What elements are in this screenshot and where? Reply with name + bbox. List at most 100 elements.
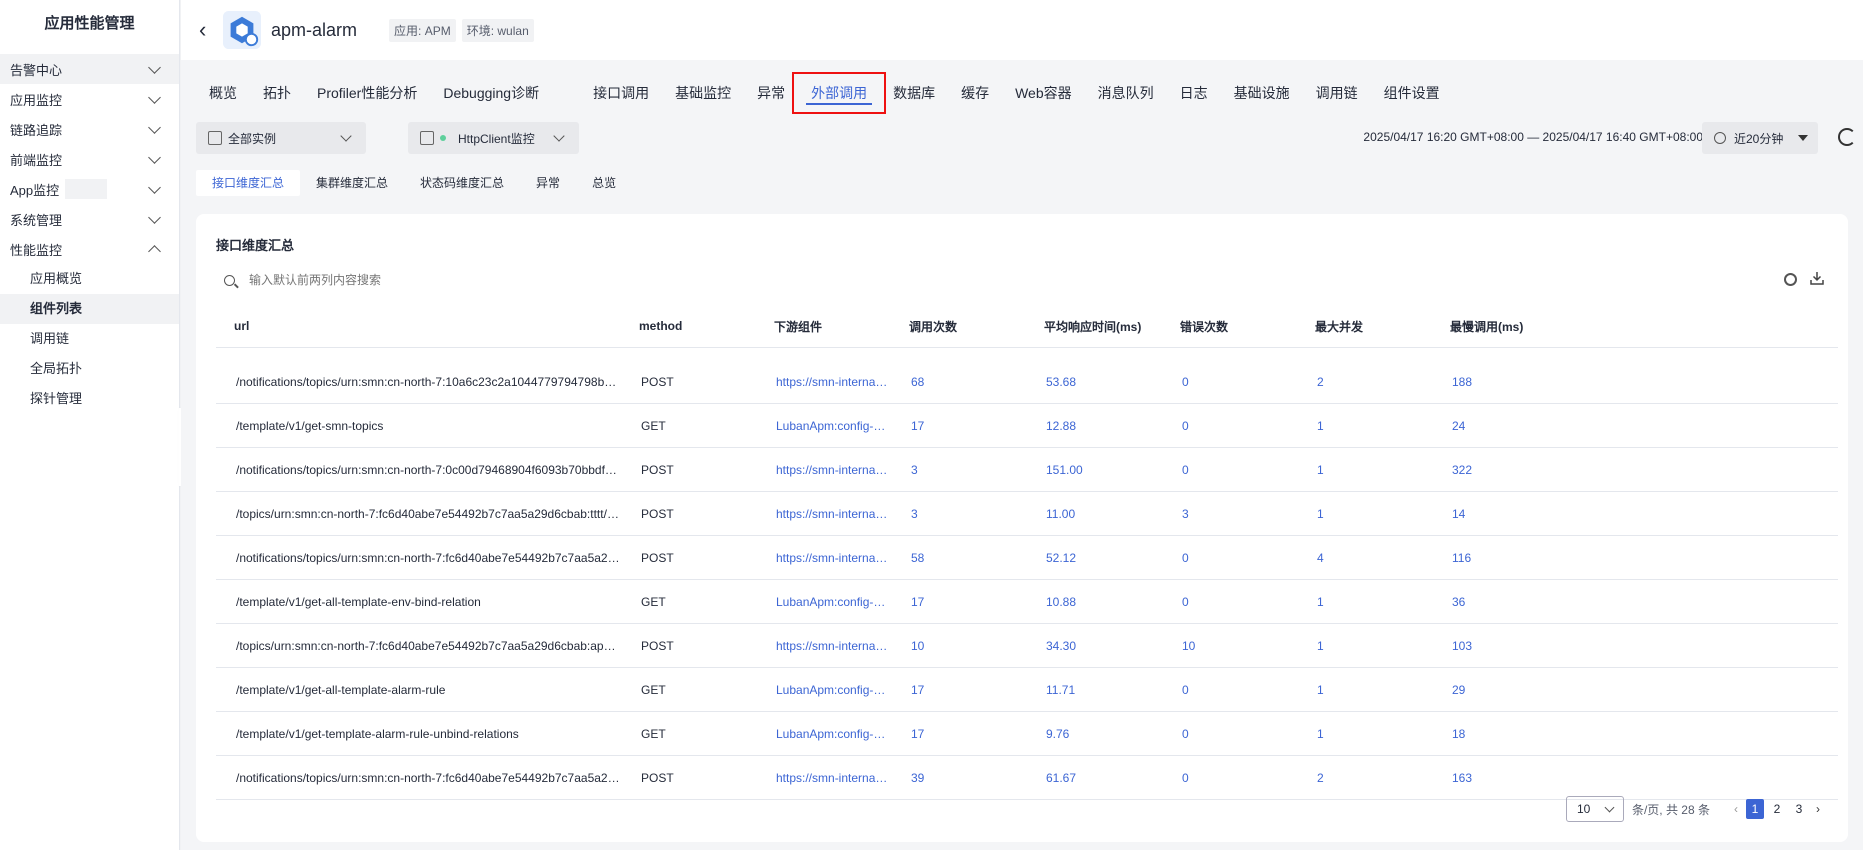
column-header[interactable]: 最大并发 bbox=[1297, 305, 1432, 348]
table-cell[interactable]: https://smn-internal.... bbox=[756, 755, 891, 800]
table-cell: POST bbox=[621, 535, 756, 580]
sidebar-sub-item-4[interactable]: 探针管理 bbox=[0, 384, 179, 414]
table-cell[interactable]: LubanApm:config-w... bbox=[756, 579, 891, 624]
sidebar-group-3[interactable]: 前端监控 bbox=[0, 144, 179, 174]
table-row: /topics/urn:smn:cn-north-7:fc6d40abe7e54… bbox=[216, 623, 1838, 668]
time-range-text[interactable]: 2025/04/17 16:20 GMT+08:00 — 2025/04/17 … bbox=[1363, 130, 1703, 144]
tab-4[interactable]: 接口调用 bbox=[580, 78, 662, 108]
page-2[interactable]: 2 bbox=[1768, 799, 1786, 819]
sidebar-group-2[interactable]: 链路追踪 bbox=[0, 114, 179, 144]
table-cell[interactable]: https://smn-internal.... bbox=[756, 535, 891, 580]
tab-3[interactable]: Debugging诊断 bbox=[430, 78, 552, 108]
subtab-1[interactable]: 集群维度汇总 bbox=[300, 170, 404, 196]
sidebar-sub-item-1[interactable]: 组件列表 bbox=[0, 294, 179, 324]
subtab-2[interactable]: 状态码维度汇总 bbox=[404, 170, 520, 196]
tab-10[interactable]: Web容器 bbox=[1002, 78, 1085, 108]
column-header[interactable]: 错误次数 bbox=[1162, 305, 1297, 348]
page-3[interactable]: 3 bbox=[1790, 799, 1808, 819]
table-row: /notifications/topics/urn:smn:cn-north-7… bbox=[216, 447, 1838, 492]
tab-9[interactable]: 缓存 bbox=[948, 78, 1002, 108]
column-header[interactable]: 最慢调用(ms) bbox=[1432, 305, 1838, 348]
subtab-3[interactable]: 异常 bbox=[520, 170, 576, 196]
table-cell[interactable]: /topics/urn:smn:cn-north-7:fc6d40abe7e54… bbox=[216, 491, 621, 536]
table-cell[interactable]: /template/v1/get-all-template-env-bind-r… bbox=[216, 579, 621, 624]
subtab-0[interactable]: 接口维度汇总 bbox=[196, 170, 301, 196]
page-1[interactable]: 1 bbox=[1746, 799, 1764, 819]
sidebar-group-4[interactable]: App监控 bbox=[0, 174, 179, 204]
table-cell[interactable]: /notifications/topics/urn:smn:cn-north-7… bbox=[216, 447, 621, 492]
tab-6[interactable]: 异常 bbox=[744, 78, 798, 108]
column-header[interactable]: 下游组件 bbox=[756, 305, 891, 348]
table-cell[interactable]: https://smn-internal.... bbox=[756, 491, 891, 536]
column-header[interactable]: url bbox=[216, 305, 621, 348]
tab-0[interactable]: 概览 bbox=[196, 78, 250, 108]
table-cell: 4 bbox=[1297, 535, 1432, 580]
sidebar-group-5[interactable]: 系统管理 bbox=[0, 204, 179, 234]
back-icon[interactable]: ‹ bbox=[199, 17, 217, 43]
prev-page-icon[interactable]: ‹ bbox=[1728, 802, 1744, 816]
table-cell: 17 bbox=[891, 667, 1026, 712]
refresh-icon[interactable] bbox=[1838, 128, 1856, 146]
search-input[interactable] bbox=[247, 272, 651, 288]
sidebar-group-1[interactable]: 应用监控 bbox=[0, 84, 179, 114]
table-cell[interactable]: LubanApm:config-w... bbox=[756, 403, 891, 448]
table-cell: 10.88 bbox=[1026, 579, 1162, 624]
monitor-select[interactable]: HttpClient监控 bbox=[408, 122, 579, 154]
sidebar-group-label: 链路追踪 bbox=[10, 122, 63, 138]
table-cell: 11.71 bbox=[1026, 667, 1162, 712]
tab-13[interactable]: 基础设施 bbox=[1221, 78, 1303, 108]
table-cell[interactable]: /notifications/topics/urn:smn:cn-north-7… bbox=[216, 360, 621, 404]
table-cell: 188 bbox=[1432, 360, 1838, 404]
tab-5[interactable]: 基础监控 bbox=[662, 78, 744, 108]
page-size-select[interactable]: 10 bbox=[1565, 796, 1624, 822]
time-preset-select[interactable]: 近20分钟 bbox=[1702, 122, 1818, 154]
column-header[interactable]: method bbox=[621, 305, 756, 348]
table-cell: 2 bbox=[1297, 755, 1432, 800]
table-cell: POST bbox=[621, 360, 756, 404]
sidebar-sub-item-0[interactable]: 应用概览 bbox=[0, 264, 179, 294]
table-cell: 0 bbox=[1162, 447, 1297, 492]
tab-7[interactable]: 外部调用 bbox=[792, 72, 887, 114]
table-cell[interactable]: https://smn-internal.... bbox=[756, 360, 891, 404]
app-tag: 应用: APM bbox=[389, 18, 456, 42]
table-cell: 0 bbox=[1162, 579, 1297, 624]
summary-card: 接口维度汇总 urlmethod下游组件调用次数平均响应时间(ms)错误次数最大… bbox=[196, 214, 1848, 842]
sidebar-group-0[interactable]: 告警中心 bbox=[0, 54, 179, 84]
table-cell: GET bbox=[621, 711, 756, 756]
table-cell[interactable]: /template/v1/get-smn-topics bbox=[216, 403, 621, 448]
download-icon[interactable] bbox=[1810, 271, 1824, 285]
tab-8[interactable]: 数据库 bbox=[880, 78, 948, 108]
table-cell[interactable]: LubanApm:config-w... bbox=[756, 711, 891, 756]
table-cell[interactable]: https://smn-internal.... bbox=[756, 447, 891, 492]
next-page-icon[interactable]: › bbox=[1810, 802, 1826, 816]
tab-11[interactable]: 消息队列 bbox=[1085, 78, 1167, 108]
sidebar-sub-item-3[interactable]: 全局拓扑 bbox=[0, 354, 179, 384]
tab-14[interactable]: 调用链 bbox=[1303, 78, 1371, 108]
column-header[interactable]: 调用次数 bbox=[891, 305, 1026, 348]
table-cell[interactable]: /notifications/topics/urn:smn:cn-north-7… bbox=[216, 535, 621, 580]
table-cell: 61.67 bbox=[1026, 755, 1162, 800]
tab-1[interactable]: 拓扑 bbox=[250, 78, 304, 108]
app-name: apm-alarm bbox=[271, 19, 358, 40]
tab-15[interactable]: 组件设置 bbox=[1371, 78, 1453, 108]
settings-icon[interactable] bbox=[1784, 273, 1797, 286]
table-cell: POST bbox=[621, 755, 756, 800]
instance-select[interactable]: 全部实例 bbox=[196, 122, 366, 154]
sidebar-sub-item-2[interactable]: 调用链 bbox=[0, 324, 179, 354]
table-cell: 322 bbox=[1432, 447, 1838, 492]
table-cell[interactable]: LubanApm:config-w... bbox=[756, 667, 891, 712]
tab-12[interactable]: 日志 bbox=[1167, 78, 1221, 108]
column-header[interactable]: 平均响应时间(ms) bbox=[1026, 305, 1162, 348]
table-cell[interactable]: /topics/urn:smn:cn-north-7:fc6d40abe7e54… bbox=[216, 623, 621, 668]
table-cell: 0 bbox=[1162, 755, 1297, 800]
table-cell[interactable]: /template/v1/get-template-alarm-rule-unb… bbox=[216, 711, 621, 756]
table-cell[interactable]: /notifications/topics/urn:smn:cn-north-7… bbox=[216, 755, 621, 800]
table-cell[interactable]: /template/v1/get-all-template-alarm-rule bbox=[216, 667, 621, 712]
search-bar bbox=[224, 269, 724, 291]
tab-2[interactable]: Profiler性能分析 bbox=[304, 78, 430, 108]
table-cell: 103 bbox=[1432, 623, 1838, 668]
sidebar-group-6[interactable]: 性能监控 bbox=[0, 234, 179, 264]
table-cell[interactable]: https://smn-internal.... bbox=[756, 623, 891, 668]
table-row: /notifications/topics/urn:smn:cn-north-7… bbox=[216, 360, 1838, 404]
subtab-4[interactable]: 总览 bbox=[576, 170, 632, 196]
